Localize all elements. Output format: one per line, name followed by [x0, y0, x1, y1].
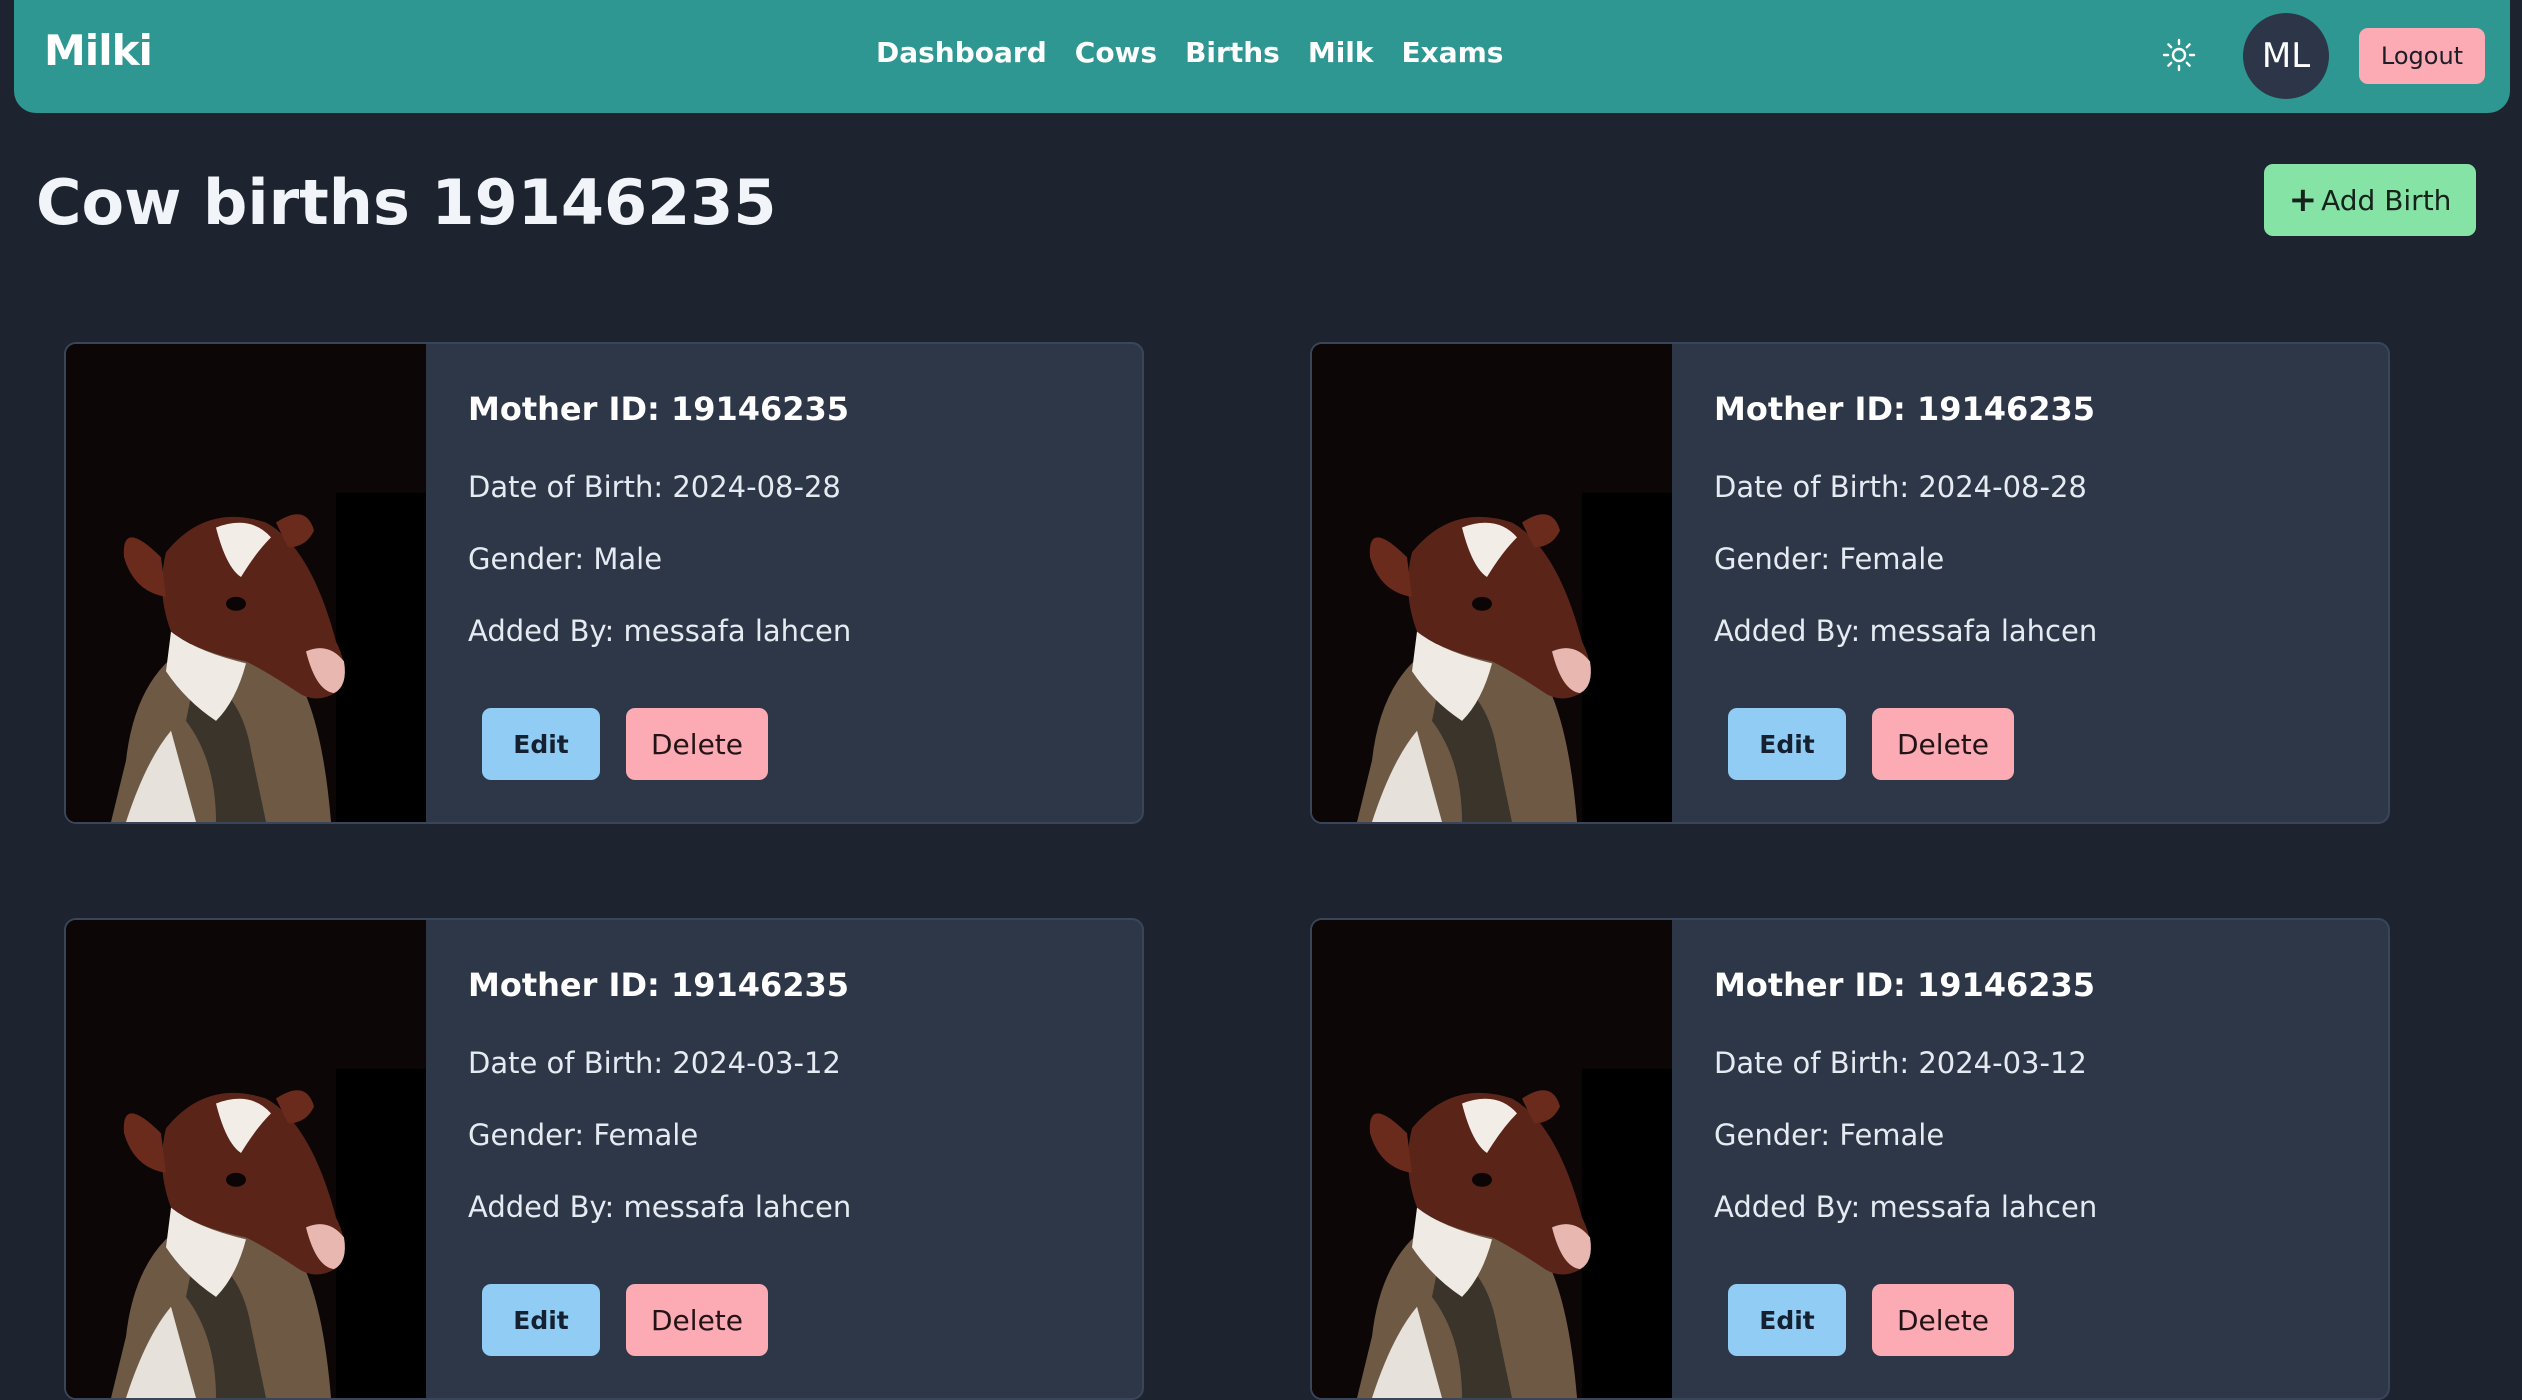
avatar[interactable]: ML — [2243, 13, 2329, 99]
calf-photo — [66, 920, 426, 1398]
top-navbar: Milki Dashboard Cows Births Milk Exams M… — [14, 0, 2510, 113]
add-birth-label: Add Birth — [2321, 183, 2452, 217]
mother-id: Mother ID: 19146235 — [1714, 390, 2096, 428]
mother-id: Mother ID: 19146235 — [1714, 966, 2096, 1004]
gender: Gender: Female — [468, 1118, 699, 1152]
plus-icon: + — [2288, 180, 2318, 220]
mother-id: Mother ID: 19146235 — [468, 966, 850, 1004]
date-of-birth: Date of Birth: 2024-03-12 — [468, 1046, 841, 1080]
nav-link-milk[interactable]: Milk — [1308, 36, 1374, 69]
mother-id: Mother ID: 19146235 — [468, 390, 850, 428]
calf-photo — [66, 344, 426, 822]
date-of-birth: Date of Birth: 2024-08-28 — [468, 470, 841, 504]
birth-card: Mother ID: 19146235 Date of Birth: 2024-… — [1310, 342, 2390, 824]
birth-card: Mother ID: 19146235 Date of Birth: 2024-… — [1310, 918, 2390, 1400]
sun-icon — [2162, 38, 2196, 72]
page-title: Cow births 19146235 — [36, 166, 777, 239]
delete-button[interactable]: Delete — [1872, 1284, 2014, 1356]
logout-button[interactable]: Logout — [2359, 28, 2485, 84]
added-by: Added By: messafa lahcen — [1714, 614, 2098, 648]
added-by: Added By: messafa lahcen — [1714, 1190, 2098, 1224]
add-birth-button[interactable]: + Add Birth — [2264, 164, 2476, 236]
delete-button[interactable]: Delete — [1872, 708, 2014, 780]
nav-link-exams[interactable]: Exams — [1402, 36, 1504, 69]
date-of-birth: Date of Birth: 2024-08-28 — [1714, 470, 2087, 504]
delete-button[interactable]: Delete — [626, 708, 768, 780]
date-of-birth: Date of Birth: 2024-03-12 — [1714, 1046, 2087, 1080]
calf-photo — [1312, 344, 1672, 822]
birth-card: Mother ID: 19146235 Date of Birth: 2024-… — [64, 342, 1144, 824]
nav-link-dashboard[interactable]: Dashboard — [876, 36, 1047, 69]
birth-card: Mother ID: 19146235 Date of Birth: 2024-… — [64, 918, 1144, 1400]
edit-button[interactable]: Edit — [482, 1284, 600, 1356]
main-nav: Dashboard Cows Births Milk Exams — [876, 36, 1503, 69]
nav-link-births[interactable]: Births — [1185, 36, 1280, 69]
edit-button[interactable]: Edit — [482, 708, 600, 780]
added-by: Added By: messafa lahcen — [468, 1190, 852, 1224]
edit-button[interactable]: Edit — [1728, 1284, 1846, 1356]
gender: Gender: Male — [468, 542, 663, 576]
edit-button[interactable]: Edit — [1728, 708, 1846, 780]
brand-logo[interactable]: Milki — [44, 26, 153, 75]
gender: Gender: Female — [1714, 542, 1945, 576]
delete-button[interactable]: Delete — [626, 1284, 768, 1356]
theme-toggle-button[interactable] — [2162, 38, 2196, 72]
nav-link-cows[interactable]: Cows — [1075, 36, 1157, 69]
gender: Gender: Female — [1714, 1118, 1945, 1152]
added-by: Added By: messafa lahcen — [468, 614, 852, 648]
calf-photo — [1312, 920, 1672, 1398]
